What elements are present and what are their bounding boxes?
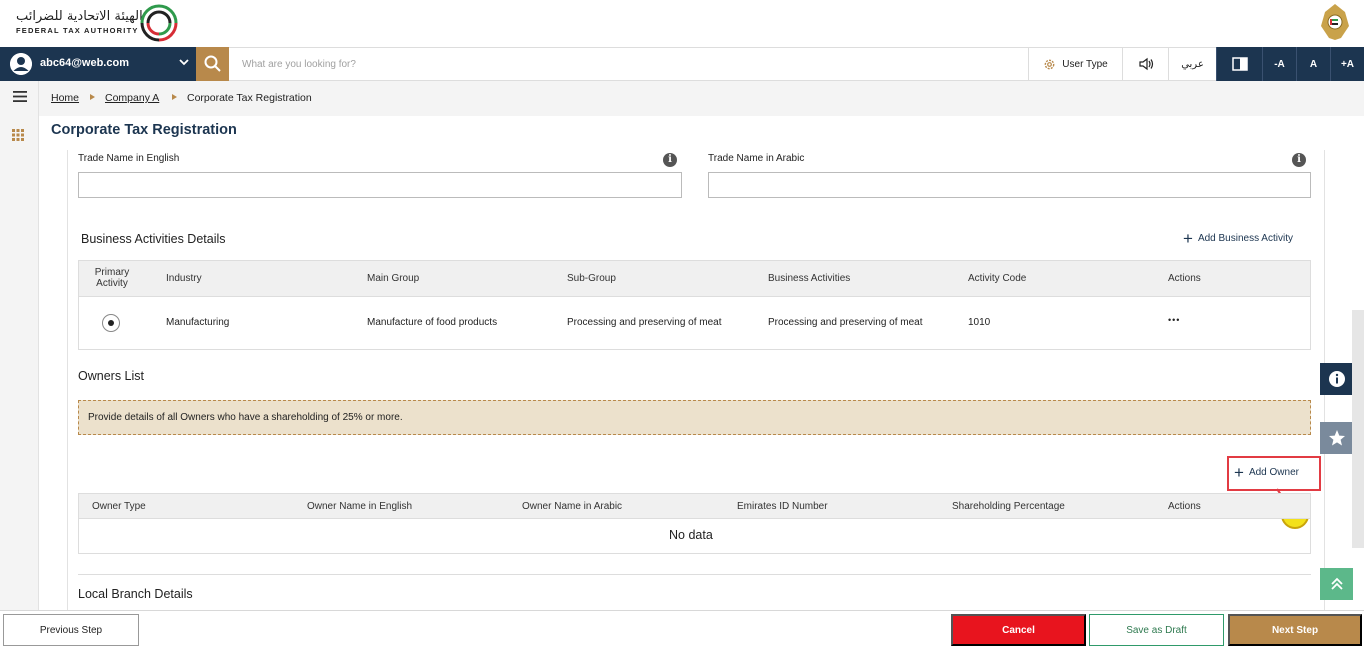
sub-group-cell: Processing and preserving of meat <box>567 317 722 328</box>
add-business-activity-button[interactable]: + Add Business Activity <box>1183 228 1293 248</box>
fta-logo-icon[interactable] <box>138 2 180 44</box>
double-chevron-up-icon <box>1330 577 1343 590</box>
local-branch-title: Local Branch Details <box>78 587 193 601</box>
info-icon[interactable]: i <box>663 153 677 167</box>
floating-info-button[interactable] <box>1320 363 1353 395</box>
search-icon <box>204 55 221 72</box>
user-email: abc64@web.com <box>40 57 129 69</box>
trade-name-english-input[interactable] <box>78 172 682 198</box>
table-header: Owner Type Owner Name in English Owner N… <box>79 494 1310 519</box>
text-to-speech-button[interactable] <box>1122 47 1168 81</box>
site-header: الهيئة الاتحادية للضرائب FEDERAL TAX AUT… <box>0 0 1364 47</box>
contrast-icon <box>1231 57 1248 71</box>
gear-icon <box>1044 59 1055 69</box>
logo-english-text: FEDERAL TAX AUTHORITY <box>16 26 139 35</box>
primary-activity-radio[interactable] <box>102 314 120 332</box>
column-header: Primary Activity <box>94 267 130 289</box>
business-activities-title: Business Activities Details <box>81 232 226 246</box>
language-toggle[interactable]: عربي <box>1168 47 1216 81</box>
empty-state-text: No data <box>669 528 713 542</box>
left-sidebar <box>0 81 39 610</box>
apps-grid-icon[interactable] <box>12 129 24 141</box>
breadcrumb-company[interactable]: Company A <box>105 92 159 104</box>
scroll-to-top-button[interactable] <box>1320 568 1353 600</box>
user-type-label: User Type <box>1062 58 1108 70</box>
breadcrumb: Home Company A Corporate Tax Registratio… <box>39 81 1364 116</box>
table-header: Primary Activity Industry Main Group Sub… <box>79 261 1310 297</box>
column-header: Emirates ID Number <box>737 501 828 512</box>
column-header: Actions <box>1168 501 1201 512</box>
business-activity-cell: Processing and preserving of meat <box>768 317 923 328</box>
next-step-button[interactable]: Next Step <box>1228 614 1362 646</box>
owners-notice: Provide details of all Owners who have a… <box>78 400 1311 435</box>
star-icon <box>1328 430 1345 446</box>
save-draft-button[interactable]: Save as Draft <box>1089 614 1224 646</box>
trade-name-english-label: Trade Name in English <box>78 153 180 164</box>
column-header: Shareholding Percentage <box>952 501 1065 512</box>
business-activities-table: Primary Activity Industry Main Group Sub… <box>78 260 1311 350</box>
user-menu[interactable]: abc64@web.com <box>0 47 196 81</box>
page-title: Corporate Tax Registration <box>51 122 237 138</box>
column-header: Owner Name in English <box>307 501 413 512</box>
column-header: Owner Type <box>92 501 146 512</box>
floating-favorite-button[interactable] <box>1320 422 1353 454</box>
uae-emblem-icon <box>1321 4 1349 40</box>
speaker-icon <box>1138 57 1153 71</box>
search-button[interactable] <box>196 47 229 81</box>
breadcrumb-current: Corporate Tax Registration <box>187 92 312 104</box>
user-type-button[interactable]: User Type <box>1028 47 1122 81</box>
owners-table: Owner Type Owner Name in English Owner N… <box>78 493 1311 554</box>
column-header: Activity Code <box>968 273 1027 284</box>
info-circle-icon <box>1328 371 1345 387</box>
font-increase-button[interactable]: +A <box>1330 47 1364 81</box>
search-input[interactable] <box>234 54 1014 74</box>
main-group-cell: Manufacture of food products <box>367 317 498 328</box>
breadcrumb-home[interactable]: Home <box>51 92 79 104</box>
industry-cell: Manufacturing <box>166 317 230 328</box>
user-avatar-icon <box>10 53 32 75</box>
breadcrumb-separator-icon <box>90 94 95 100</box>
column-header: Owner Name in Arabic <box>522 501 623 512</box>
font-decrease-button[interactable]: -A <box>1262 47 1296 81</box>
plus-icon: + <box>1183 228 1193 248</box>
chevron-down-icon[interactable] <box>178 56 190 68</box>
contrast-toggle[interactable] <box>1216 47 1262 81</box>
trade-name-arabic-label: Trade Name in Arabic <box>708 153 805 164</box>
previous-step-button[interactable]: Previous Step <box>3 614 139 646</box>
owners-list-title: Owners List <box>78 369 144 383</box>
info-icon[interactable]: i <box>1292 153 1306 167</box>
breadcrumb-separator-icon <box>172 94 177 100</box>
column-header: Main Group <box>367 273 420 284</box>
add-business-activity-label: Add Business Activity <box>1197 233 1293 244</box>
logo-arabic-text: الهيئة الاتحادية للضرائب <box>16 9 143 24</box>
column-header: Business Activities <box>768 273 851 284</box>
activity-code-cell: 1010 <box>968 317 991 328</box>
add-owner-highlight <box>1227 456 1321 491</box>
page-scrollbar[interactable] <box>1352 310 1364 548</box>
menu-icon[interactable] <box>13 91 27 102</box>
trade-name-arabic-input[interactable] <box>708 172 1311 198</box>
cancel-button[interactable]: Cancel <box>951 614 1086 646</box>
column-header: Actions <box>1168 273 1201 284</box>
section-divider <box>78 574 1311 575</box>
row-actions-menu[interactable]: ••• <box>1168 315 1180 325</box>
font-normal-button[interactable]: A <box>1296 47 1330 81</box>
top-nav-bar: abc64@web.com User Type عربي -A A +A <box>0 47 1364 81</box>
column-header: Industry <box>166 273 202 284</box>
column-header: Sub-Group <box>567 273 616 284</box>
